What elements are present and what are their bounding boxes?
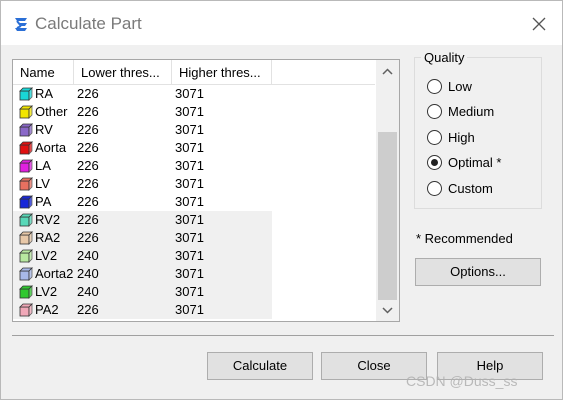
name-cell: RA [35,86,54,101]
color-cube-icon [19,87,33,101]
app-logo-icon [15,18,27,31]
list-item[interactable]: Aorta2 240 3071 [13,265,375,283]
title-bar: Calculate Part [1,1,562,45]
color-cube-icon [19,213,33,227]
lower-threshold-cell: 226 [77,86,99,101]
radio-button[interactable] [427,104,442,119]
name-cell: LV2 [35,248,58,263]
list-rows: RA 226 3071 Other 226 3071 RV 226 3071 Aorta 226 30… [13,85,375,319]
color-cube-icon [19,285,33,299]
lower-threshold-cell: 226 [77,212,99,227]
color-cube-icon [19,195,33,209]
higher-threshold-cell: 3071 [175,266,204,281]
radio-button[interactable] [427,79,442,94]
list-item[interactable]: Aorta 226 3071 [13,139,375,157]
lower-threshold-cell: 226 [77,230,99,245]
color-cube-icon [19,249,33,263]
name-cell: RV2 [35,212,61,227]
radio-button[interactable] [427,181,442,196]
radio-button[interactable] [427,130,442,145]
radio-button[interactable] [427,155,442,170]
quality-legend: Quality [421,50,468,65]
scrollbar-thumb[interactable] [378,132,397,300]
lower-threshold-cell: 226 [77,176,99,191]
list-item[interactable]: LV 226 3071 [13,175,375,193]
name-cell: RV [35,122,53,137]
scroll-down-arrow-icon[interactable] [381,304,394,317]
recommended-note: * Recommended [416,231,513,246]
color-cube-icon [19,159,33,173]
name-cell: Aorta2 [35,266,74,281]
column-header-lower-threshold[interactable]: Lower thres... [74,60,172,85]
color-cube-icon [19,303,33,317]
name-cell: LV [35,176,50,191]
vertical-scrollbar[interactable] [376,60,399,321]
quality-option-label: Optimal * [448,155,502,170]
higher-threshold-cell: 3071 [175,104,204,119]
quality-option-label: Low [448,79,472,94]
quality-option-label: Custom [448,181,493,196]
higher-threshold-cell: 3071 [175,140,204,155]
higher-threshold-cell: 3071 [175,122,204,137]
quality-option-label: Medium [448,104,495,119]
color-cube-icon [19,177,33,191]
higher-threshold-cell: 3071 [175,194,204,209]
lower-threshold-cell: 240 [77,266,99,281]
lower-threshold-cell: 226 [77,302,99,317]
watermark: CSDN @Duss_ss [406,373,518,389]
name-cell: LA [35,158,51,173]
color-cube-icon [19,231,33,245]
higher-threshold-cell: 3071 [175,212,204,227]
list-item[interactable]: RA2 226 3071 [13,229,375,247]
higher-threshold-cell: 3071 [175,86,204,101]
color-cube-icon [19,105,33,119]
name-cell: LV2 [35,284,58,299]
options-button[interactable]: Options... [415,258,541,286]
color-cube-icon [19,141,33,155]
higher-threshold-cell: 3071 [175,230,204,245]
column-header-name[interactable]: Name [13,60,74,85]
lower-threshold-cell: 226 [77,122,99,137]
lower-threshold-cell: 226 [77,140,99,155]
higher-threshold-cell: 3071 [175,302,204,317]
name-cell: PA2 [35,302,59,317]
list-item[interactable]: Other 226 3071 [13,103,375,121]
radio-selected-dot [431,159,438,166]
lower-threshold-cell: 226 [77,194,99,209]
close-icon[interactable] [529,14,549,34]
higher-threshold-cell: 3071 [175,284,204,299]
color-cube-icon [19,267,33,281]
lower-threshold-cell: 226 [77,104,99,119]
higher-threshold-cell: 3071 [175,158,204,173]
lower-threshold-cell: 240 [77,284,99,299]
higher-threshold-cell: 3071 [175,248,204,263]
list-item[interactable]: RV2 226 3071 [13,211,375,229]
name-cell: PA [35,194,52,209]
name-cell: Aorta [35,140,67,155]
list-item[interactable]: RA 226 3071 [13,85,375,103]
lower-threshold-cell: 240 [77,248,99,263]
name-cell: Other [35,104,68,119]
name-cell: RA2 [35,230,61,245]
separator [12,335,554,336]
list-item[interactable]: LA 226 3071 [13,157,375,175]
quality-option-label: High [448,130,475,145]
scroll-up-arrow-icon[interactable] [381,65,394,78]
list-item[interactable]: RV 226 3071 [13,121,375,139]
list-item[interactable]: LV2 240 3071 [13,283,375,301]
list-item[interactable]: PA 226 3071 [13,193,375,211]
parts-list[interactable]: Name Lower thres... Higher thres... RA 22… [12,59,400,322]
color-cube-icon [19,123,33,137]
list-header: Name Lower thres... Higher thres... [13,60,375,85]
lower-threshold-cell: 226 [77,158,99,173]
list-item[interactable]: PA2 226 3071 [13,301,375,319]
higher-threshold-cell: 3071 [175,176,204,191]
list-item[interactable]: LV2 240 3071 [13,247,375,265]
calculate-button[interactable]: Calculate [207,352,313,380]
calculate-part-dialog: Calculate Part Name Lower thres... Highe… [0,0,563,400]
window-title: Calculate Part [35,14,142,33]
column-header-higher-threshold[interactable]: Higher thres... [172,60,272,85]
